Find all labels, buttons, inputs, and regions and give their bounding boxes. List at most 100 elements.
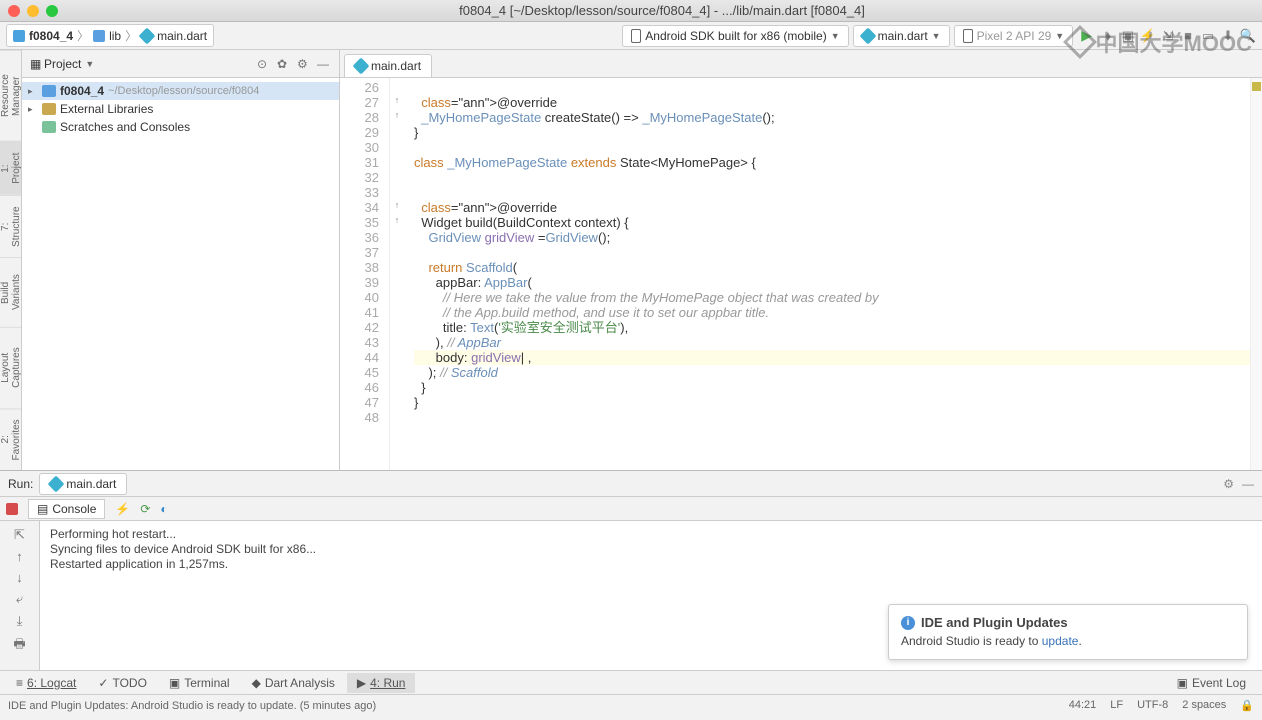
rail-build-variants[interactable]: Build Variants bbox=[0, 257, 21, 327]
rail-structure[interactable]: 7: Structure bbox=[0, 195, 21, 257]
restart-icon[interactable]: ⟳ bbox=[140, 502, 150, 516]
rail-resource-manager[interactable]: Resource Manager bbox=[0, 50, 21, 141]
update-link[interactable]: update bbox=[1042, 634, 1079, 648]
error-stripe[interactable] bbox=[1250, 78, 1262, 470]
update-notification[interactable]: i IDE and Plugin Updates Android Studio … bbox=[888, 604, 1248, 660]
chevron-down-icon: ▼ bbox=[932, 31, 941, 41]
run-settings-icon[interactable]: ⚙ bbox=[1223, 477, 1234, 491]
info-icon: i bbox=[901, 616, 915, 630]
tab-run[interactable]: ▶ 4: Run bbox=[347, 673, 416, 693]
run-button[interactable]: ▶ bbox=[1077, 27, 1096, 44]
avd-button[interactable]: ▭ bbox=[1200, 28, 1216, 44]
status-message: IDE and Plugin Updates: Android Studio i… bbox=[8, 700, 376, 712]
folder-icon bbox=[93, 30, 105, 42]
project-view-selector[interactable]: ▦ Project ▼ bbox=[30, 57, 94, 71]
hot-reload-button[interactable]: ⚡ bbox=[1140, 28, 1156, 44]
dart-file-icon bbox=[859, 27, 876, 44]
dart-file-icon bbox=[48, 475, 65, 492]
run-toolbar: ▤ Console ⚡ ⟳ ◐ bbox=[0, 497, 1262, 521]
indent[interactable]: 2 spaces bbox=[1182, 699, 1226, 712]
breadcrumb-folder: lib bbox=[109, 29, 121, 43]
select-file-icon[interactable]: ⊙ bbox=[257, 57, 271, 71]
breadcrumb-project: f0804_4 bbox=[29, 29, 73, 43]
hot-reload-icon[interactable]: ⚡ bbox=[115, 502, 130, 516]
window-controls bbox=[8, 5, 58, 17]
project-panel: ▦ Project ▼ ⊙ ✿ ⚙ — ▸ f0804_4 ~/Desktop/… bbox=[22, 50, 340, 470]
dart-file-icon bbox=[139, 27, 156, 44]
device-selector[interactable]: Android SDK built for x86 (mobile) ▼ bbox=[622, 25, 848, 47]
run-label: Run: bbox=[8, 477, 33, 491]
tree-row-external-libs[interactable]: ▸ External Libraries bbox=[22, 100, 339, 118]
chevron-down-icon: ▼ bbox=[1055, 31, 1064, 41]
down-icon[interactable]: ↓ bbox=[16, 570, 23, 585]
console-icon: ▤ bbox=[37, 502, 48, 516]
tab-logcat[interactable]: ≡ 6: Logcat bbox=[6, 673, 86, 693]
rail-layout-captures[interactable]: Layout Captures bbox=[0, 327, 21, 408]
gutter-marks: ↑↑↑↑ bbox=[390, 78, 404, 470]
lock-icon[interactable]: 🔒 bbox=[1240, 699, 1254, 712]
stop-icon[interactable] bbox=[6, 503, 18, 515]
warning-indicator-icon[interactable] bbox=[1252, 82, 1261, 91]
breadcrumb-file: main.dart bbox=[157, 29, 207, 43]
project-icon bbox=[13, 30, 25, 42]
titlebar: f0804_4 [~/Desktop/lesson/source/f0804_4… bbox=[0, 0, 1262, 22]
wrap-icon[interactable]: ⤶ bbox=[16, 591, 23, 607]
code-area[interactable]: class="ann">@override _MyHomePageState c… bbox=[404, 78, 1250, 470]
run-config-selector[interactable]: main.dart ▼ bbox=[853, 25, 950, 47]
project-tree[interactable]: ▸ f0804_4 ~/Desktop/lesson/source/f0804 … bbox=[22, 78, 339, 470]
debug-button[interactable]: ⬧ bbox=[1100, 28, 1116, 44]
statusbar: IDE and Plugin Updates: Android Studio i… bbox=[0, 694, 1262, 716]
folder-icon bbox=[42, 85, 56, 97]
scratch-icon bbox=[42, 121, 56, 133]
tab-dart-analysis[interactable]: ◆ Dart Analysis bbox=[242, 673, 345, 693]
editor: main.dart 262728293031323334353637383940… bbox=[340, 50, 1262, 470]
window-title: f0804_4 [~/Desktop/lesson/source/f0804_4… bbox=[70, 3, 1254, 18]
profile-button[interactable]: ▣ bbox=[1120, 28, 1136, 44]
encoding[interactable]: UTF-8 bbox=[1137, 699, 1168, 712]
sdk-button[interactable]: ⬇ bbox=[1220, 28, 1236, 44]
open-devtools-icon[interactable]: ◐ bbox=[160, 502, 167, 516]
tab-todo[interactable]: ✓ TODO bbox=[88, 673, 157, 693]
toolbar: f0804_4 〉 lib 〉 main.dart Android SDK bu… bbox=[0, 22, 1262, 50]
maximize-icon[interactable] bbox=[46, 5, 58, 17]
caret-position[interactable]: 44:21 bbox=[1069, 699, 1097, 712]
project-header: ▦ Project ▼ ⊙ ✿ ⚙ — bbox=[22, 50, 339, 78]
dart-file-icon bbox=[353, 58, 370, 75]
line-gutter: 2627282930313233343536373839404142434445… bbox=[340, 78, 390, 470]
run-tab[interactable]: main.dart bbox=[39, 473, 127, 495]
tab-terminal[interactable]: ▣ Terminal bbox=[159, 673, 240, 693]
print-icon[interactable]: 🖶 bbox=[13, 635, 25, 657]
expand-all-icon[interactable]: ✿ bbox=[277, 57, 291, 71]
rail-favorites[interactable]: 2: Favorites bbox=[0, 408, 21, 470]
breadcrumb[interactable]: f0804_4 〉 lib 〉 main.dart bbox=[6, 24, 214, 47]
editor-tab-main[interactable]: main.dart bbox=[344, 54, 432, 77]
chevron-down-icon: ▼ bbox=[831, 31, 840, 41]
attach-button[interactable]: ⇲ bbox=[1160, 28, 1176, 44]
editor-body[interactable]: 2627282930313233343536373839404142434445… bbox=[340, 78, 1262, 470]
tab-event-log[interactable]: ▣ Event Log bbox=[1167, 673, 1256, 693]
emulator-selector[interactable]: Pixel 2 API 29 ▼ bbox=[954, 25, 1074, 47]
up-icon[interactable]: ↑ bbox=[16, 549, 23, 564]
bottom-tabs: ≡ 6: Logcat ✓ TODO ▣ Terminal ◆ Dart Ana… bbox=[0, 670, 1262, 694]
hide-panel-icon[interactable]: — bbox=[317, 57, 331, 71]
library-icon bbox=[42, 103, 56, 115]
stop-button[interactable]: ■ bbox=[1180, 28, 1196, 44]
settings-icon[interactable]: ⚙ bbox=[297, 57, 311, 71]
rail-project[interactable]: 1: Project bbox=[0, 141, 21, 195]
console-tab[interactable]: ▤ Console bbox=[28, 499, 105, 519]
editor-tabs: main.dart bbox=[340, 50, 1262, 78]
phone-icon bbox=[631, 29, 641, 43]
run-panel: Run: main.dart ⚙ — ▤ Console ⚡ ⟳ ◐ ⇱ ↑ ↓… bbox=[0, 470, 1262, 670]
left-tool-rail: Resource Manager 1: Project 7: Structure… bbox=[0, 50, 22, 470]
console-output[interactable]: Performing hot restart... Syncing files … bbox=[40, 521, 1262, 670]
line-ending[interactable]: LF bbox=[1110, 699, 1123, 712]
close-icon[interactable] bbox=[8, 5, 20, 17]
run-side-actions: ⇱ ↑ ↓ ⤶ ⤓ 🖶 bbox=[0, 521, 40, 670]
attach-icon[interactable]: ⇱ bbox=[14, 527, 25, 543]
hide-run-panel-icon[interactable]: — bbox=[1242, 477, 1254, 491]
tree-row-scratches[interactable]: Scratches and Consoles bbox=[22, 118, 339, 136]
scroll-icon[interactable]: ⤓ bbox=[17, 613, 23, 629]
minimize-icon[interactable] bbox=[27, 5, 39, 17]
tree-row-project[interactable]: ▸ f0804_4 ~/Desktop/lesson/source/f0804 bbox=[22, 82, 339, 100]
search-icon[interactable]: 🔍 bbox=[1240, 28, 1256, 44]
